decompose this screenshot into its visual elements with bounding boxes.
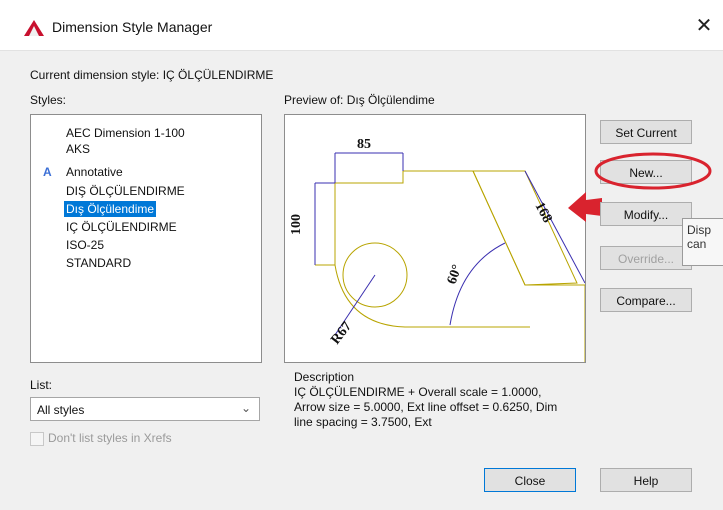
xrefs-checkbox-label: Don't list styles in Xrefs xyxy=(48,431,172,445)
annotative-icon: A xyxy=(43,165,52,179)
close-icon[interactable]: ✕ xyxy=(692,14,716,38)
tooltip: Disp can xyxy=(682,218,723,266)
override-button[interactable]: Override... xyxy=(600,246,692,270)
list-label: List: xyxy=(30,378,53,392)
chevron-down-icon: ⌄ xyxy=(240,401,251,415)
dimension-style-manager-dialog: Dimension Style Manager ✕ Current dimens… xyxy=(0,0,723,510)
style-preview-pane: 85 100 168 60° R67 xyxy=(284,114,586,363)
styles-list[interactable]: A AEC Dimension 1-100 AKS Annotative DIŞ… xyxy=(30,114,262,363)
preview-dim-left: 100 xyxy=(289,214,304,235)
modify-button[interactable]: Modify... xyxy=(600,202,692,226)
window-title: Dimension Style Manager xyxy=(52,19,213,35)
list-filter-value: All styles xyxy=(37,403,85,417)
set-current-button[interactable]: Set Current xyxy=(600,120,692,144)
dimension-preview-drawing: 85 100 168 60° R67 xyxy=(289,137,586,362)
preview-dim-angle: 60° xyxy=(445,263,466,287)
style-item[interactable]: IÇ ÖLÇÜLENDIRME xyxy=(66,219,177,235)
description-label: Description xyxy=(294,370,355,384)
preview-dim-slant: 168 xyxy=(531,200,554,226)
style-item[interactable]: AEC Dimension 1-100 xyxy=(66,125,185,141)
compare-button[interactable]: Compare... xyxy=(600,288,692,312)
highlight-circle-icon xyxy=(594,152,712,190)
preview-label: Preview of: Dış Ölçülendime xyxy=(284,93,435,107)
style-item[interactable]: AKS xyxy=(66,141,90,157)
style-item[interactable]: DIŞ ÖLÇÜLENDIRME xyxy=(66,183,185,199)
title-bar: Dimension Style Manager ✕ xyxy=(0,0,723,51)
style-item[interactable]: Annotative xyxy=(66,164,123,180)
description-box: Description IÇ ÖLÇÜLENDIRME + Overall sc… xyxy=(284,362,584,458)
current-style-label: Current dimension style: IÇ ÖLÇÜLENDIRME xyxy=(30,68,274,82)
preview-dim-top: 85 xyxy=(357,137,371,152)
close-button[interactable]: Close xyxy=(484,468,576,492)
style-item-selected[interactable]: Dış Ölçülendime xyxy=(64,201,157,217)
style-item[interactable]: ISO-25 xyxy=(66,237,104,253)
help-button[interactable]: Help xyxy=(600,468,692,492)
preview-dim-radius: R67 xyxy=(328,319,355,347)
xrefs-checkbox[interactable] xyxy=(30,432,44,446)
styles-label: Styles: xyxy=(30,93,67,107)
description-text: IÇ ÖLÇÜLENDIRME + Overall scale = 1.0000… xyxy=(294,385,558,429)
autocad-logo-icon xyxy=(23,19,45,40)
style-item[interactable]: STANDARD xyxy=(66,255,131,271)
list-filter-select[interactable]: All styles ⌄ xyxy=(30,397,260,421)
